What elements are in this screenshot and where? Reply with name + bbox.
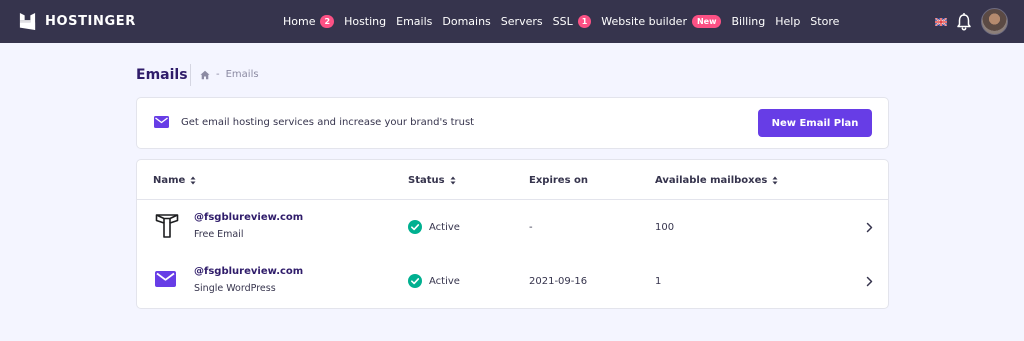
hostinger-logo-icon xyxy=(19,12,36,31)
check-circle-icon xyxy=(408,274,422,288)
row-expires: - xyxy=(529,222,533,233)
nav-item-label: Billing xyxy=(731,15,766,28)
titan-logo-icon xyxy=(155,214,179,238)
top-navbar: HOSTINGER Home 2 Hosting Emails Domains … xyxy=(0,0,1024,43)
nav-item-label: Servers xyxy=(500,15,543,28)
envelope-icon xyxy=(154,116,169,128)
nav-item-billing[interactable]: Billing xyxy=(731,15,765,28)
nav-badge-new: New xyxy=(691,15,722,28)
status-badge: Active xyxy=(408,220,460,234)
nav-item-label: Domains xyxy=(442,15,491,28)
column-header-mailboxes[interactable]: Available mailboxes xyxy=(655,175,778,186)
chevron-right-icon[interactable] xyxy=(866,222,873,233)
nav-item-website-builder[interactable]: Website builder New xyxy=(601,15,722,28)
nav-item-label: Hosting xyxy=(344,15,387,28)
row-plan: Free Email xyxy=(194,229,244,240)
nav-item-servers[interactable]: Servers xyxy=(501,15,543,28)
sort-icon xyxy=(190,176,196,185)
breadcrumb-separator: - xyxy=(216,69,220,80)
chevron-right-icon[interactable] xyxy=(866,276,873,287)
column-header-status[interactable]: Status xyxy=(408,175,456,186)
nav-item-store[interactable]: Store xyxy=(810,15,839,28)
envelope-icon xyxy=(155,271,176,287)
nav-item-label: Store xyxy=(810,15,840,28)
home-icon[interactable] xyxy=(200,70,210,80)
row-domain: @fsgblureview.com xyxy=(194,212,304,223)
nav-item-ssl[interactable]: SSL 1 xyxy=(553,15,592,28)
row-plan: Single WordPress xyxy=(194,283,276,294)
nav-item-label: Help xyxy=(775,15,801,28)
row-mailboxes: 100 xyxy=(655,222,675,233)
row-expires: 2021-09-16 xyxy=(529,276,588,287)
row-domain: @fsgblureview.com xyxy=(194,266,304,277)
nav-badge-home: 2 xyxy=(320,15,335,28)
column-header-expires: Expires on xyxy=(529,175,588,186)
nav-item-home[interactable]: Home 2 xyxy=(283,15,335,28)
uk-flag-icon[interactable] xyxy=(935,17,947,26)
title-divider xyxy=(190,64,191,86)
row-mailboxes: 1 xyxy=(655,276,662,287)
breadcrumb-current: Emails xyxy=(225,69,259,80)
nav-item-help[interactable]: Help xyxy=(775,15,800,28)
table-row[interactable]: @fsgblureview.com Free Email Active - 10… xyxy=(137,201,888,255)
page-title: Emails xyxy=(136,67,188,83)
nav-item-label: Website builder xyxy=(601,15,687,28)
nav-item-domains[interactable]: Domains xyxy=(442,15,490,28)
bell-icon[interactable] xyxy=(956,12,972,31)
brand-name: HOSTINGER xyxy=(45,14,136,29)
column-label: Available mailboxes xyxy=(655,175,768,186)
column-label: Expires on xyxy=(529,175,589,186)
sort-icon xyxy=(772,176,778,185)
nav-item-emails[interactable]: Emails xyxy=(396,15,432,28)
new-email-plan-button[interactable]: New Email Plan xyxy=(758,109,872,137)
check-circle-icon xyxy=(408,220,422,234)
nav-actions xyxy=(935,0,1008,43)
email-accounts-table: Name Status Expires on Available mailbox… xyxy=(136,159,889,309)
avatar[interactable] xyxy=(981,8,1008,35)
brand-logo[interactable]: HOSTINGER xyxy=(18,0,136,43)
nav-item-label: SSL xyxy=(552,15,573,28)
nav-item-hosting[interactable]: Hosting xyxy=(344,15,386,28)
column-header-name[interactable]: Name xyxy=(153,175,196,186)
nav-badge-ssl: 1 xyxy=(577,15,592,28)
promo-text: Get email hosting services and increase … xyxy=(181,117,475,128)
status-badge: Active xyxy=(408,274,460,288)
status-text: Active xyxy=(429,275,460,287)
main-nav: Home 2 Hosting Emails Domains Servers SS… xyxy=(283,0,839,43)
email-promo-card: Get email hosting services and increase … xyxy=(136,97,889,149)
breadcrumb: - Emails xyxy=(200,69,259,80)
nav-item-label: Home xyxy=(283,15,316,28)
table-row[interactable]: @fsgblureview.com Single WordPress Activ… xyxy=(137,255,888,309)
sort-icon xyxy=(450,176,456,185)
column-label: Status xyxy=(408,175,445,186)
table-header: Name Status Expires on Available mailbox… xyxy=(137,160,888,200)
status-text: Active xyxy=(429,221,460,233)
column-label: Name xyxy=(153,175,186,186)
nav-item-label: Emails xyxy=(396,15,433,28)
